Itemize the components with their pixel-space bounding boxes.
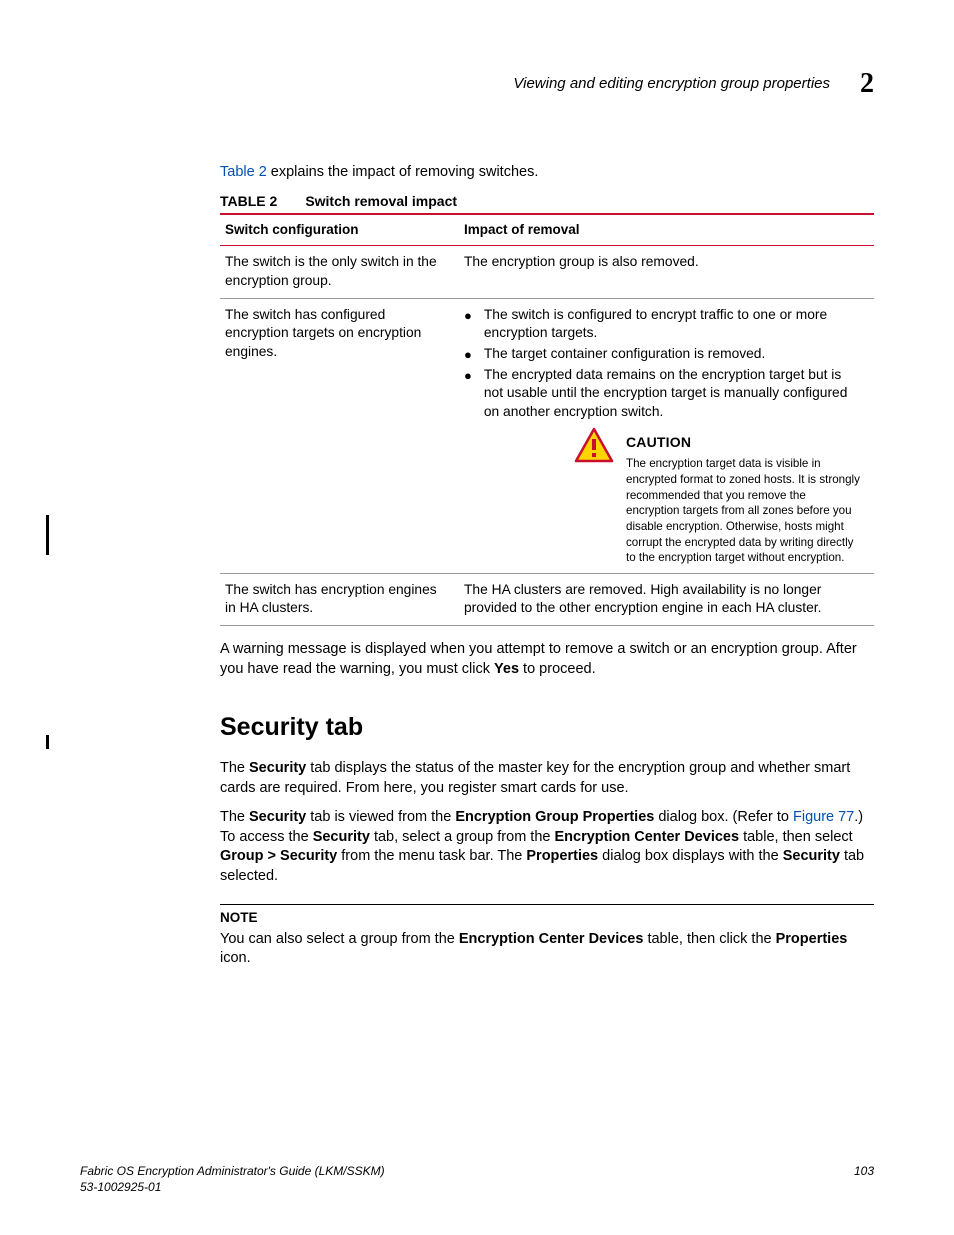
list-item: ●The target container configuration is r… xyxy=(464,345,860,364)
footer-doc-title: Fabric OS Encryption Administrator's Gui… xyxy=(80,1164,385,1178)
switch-config-cell: The switch is the only switch in the enc… xyxy=(220,246,459,298)
bullet-icon: ● xyxy=(464,308,472,324)
impact-cell: ●The switch is configured to encrypt tra… xyxy=(459,298,874,573)
table-row: The switch has encryption engines in HA … xyxy=(220,573,874,625)
table2-xref[interactable]: Table 2 xyxy=(220,164,267,180)
footer-doc-number: 53-1002925-01 xyxy=(80,1180,161,1194)
page: Viewing and editing encryption group pro… xyxy=(0,0,954,1235)
intro-paragraph: Table 2 explains the impact of removing … xyxy=(220,163,874,183)
caution-text: CAUTION The encryption target data is vi… xyxy=(626,433,860,565)
switch-config-cell: The switch has configured encryption tar… xyxy=(220,298,459,573)
content-area: Table 2 explains the impact of removing … xyxy=(220,163,874,969)
switch-config-cell: The switch has encryption engines in HA … xyxy=(220,573,459,625)
page-footer: Fabric OS Encryption Administrator's Gui… xyxy=(80,1163,874,1195)
note-block: NOTE You can also select a group from th… xyxy=(220,904,874,968)
impact-cell: The HA clusters are removed. High availa… xyxy=(459,573,874,625)
list-item: ●The encrypted data remains on the encry… xyxy=(464,366,860,422)
table-caption: TABLE 2 Switch removal impact xyxy=(220,192,874,211)
table-header-col2: Impact of removal xyxy=(459,214,874,246)
table-label: TABLE 2 xyxy=(220,193,277,209)
section-heading: Security tab xyxy=(220,711,874,745)
impact-list: ●The switch is configured to encrypt tra… xyxy=(464,306,860,422)
security-para-2: The Security tab is viewed from the Encr… xyxy=(220,808,874,886)
list-item: ●The switch is configured to encrypt tra… xyxy=(464,306,860,343)
caution-block: CAUTION The encryption target data is vi… xyxy=(574,433,860,565)
security-para-1: The Security tab displays the status of … xyxy=(220,759,874,798)
switch-removal-table: Switch configuration Impact of removal T… xyxy=(220,213,874,626)
after-table-paragraph: A warning message is displayed when you … xyxy=(220,640,874,679)
table-header-col1: Switch configuration xyxy=(220,214,459,246)
figure77-xref[interactable]: Figure 77 xyxy=(793,809,854,825)
running-header: Viewing and editing encryption group pro… xyxy=(80,65,874,103)
footer-page-number: 103 xyxy=(854,1163,874,1179)
note-heading: NOTE xyxy=(220,909,874,927)
footer-title-block: Fabric OS Encryption Administrator's Gui… xyxy=(80,1163,385,1195)
note-body: You can also select a group from the Enc… xyxy=(220,930,874,969)
bullet-icon: ● xyxy=(464,368,472,384)
table-row: The switch has configured encryption tar… xyxy=(220,298,874,573)
caution-icon xyxy=(574,427,614,463)
change-bar xyxy=(46,515,49,555)
running-title: Viewing and editing encryption group pro… xyxy=(513,74,830,94)
caution-body: The encryption target data is visible in… xyxy=(626,456,860,565)
table-row: The switch is the only switch in the enc… xyxy=(220,246,874,298)
change-bar xyxy=(46,735,49,749)
table-title: Switch removal impact xyxy=(305,193,457,209)
impact-cell: The encryption group is also removed. xyxy=(459,246,874,298)
bullet-icon: ● xyxy=(464,347,472,363)
chapter-number: 2 xyxy=(860,65,874,103)
caution-heading: CAUTION xyxy=(626,433,860,452)
